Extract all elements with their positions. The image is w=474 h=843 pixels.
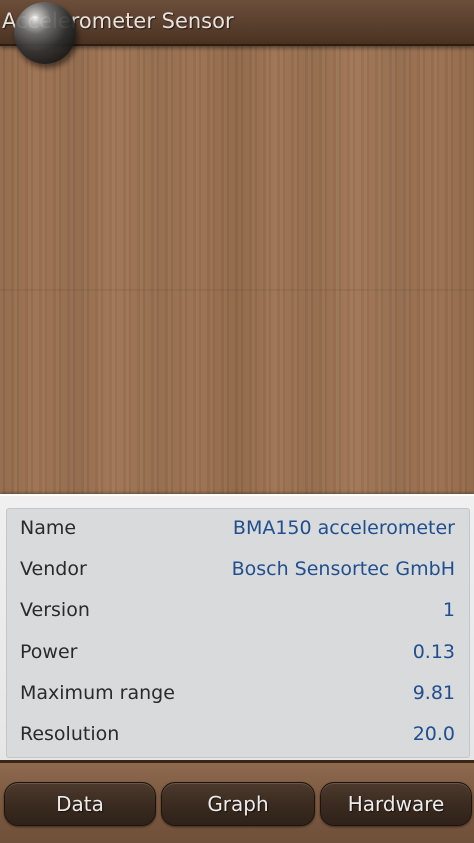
info-label: Vendor [20,558,87,580]
info-value: Bosch Sensortec GmbH [231,558,455,580]
tab-hardware[interactable]: Hardware [320,782,472,826]
wood-surface [0,44,474,494]
info-row-version: Version 1 [7,591,469,632]
info-row-resolution: Resolution 20.0 [7,715,469,756]
info-row-maximum-range: Maximum range 9.81 [7,674,469,715]
tab-graph[interactable]: Graph [161,782,315,826]
metal-ball-icon [14,2,76,64]
info-row-vendor: Vendor Bosch Sensortec GmbH [7,550,469,591]
info-row-name: Name BMA150 accelerometer [7,509,469,550]
info-label: Version [20,599,90,621]
info-value: 20.0 [412,723,455,745]
info-label: Resolution [20,723,120,745]
tab-data[interactable]: Data [4,782,156,826]
info-label: Name [20,517,77,539]
info-value: 9.81 [412,682,455,704]
sensor-info-panel: Name BMA150 accelerometer Vendor Bosch S… [0,494,474,762]
info-label: Maximum range [20,682,175,704]
info-row-power: Power 0.13 [7,633,469,674]
info-value: 0.13 [412,641,455,663]
info-value: BMA150 accelerometer [232,517,455,539]
sensor-info-table: Name BMA150 accelerometer Vendor Bosch S… [6,508,470,758]
info-value: 1 [442,599,455,621]
info-label: Power [20,641,78,663]
bottom-tab-bar: Data Graph Hardware [0,760,474,843]
